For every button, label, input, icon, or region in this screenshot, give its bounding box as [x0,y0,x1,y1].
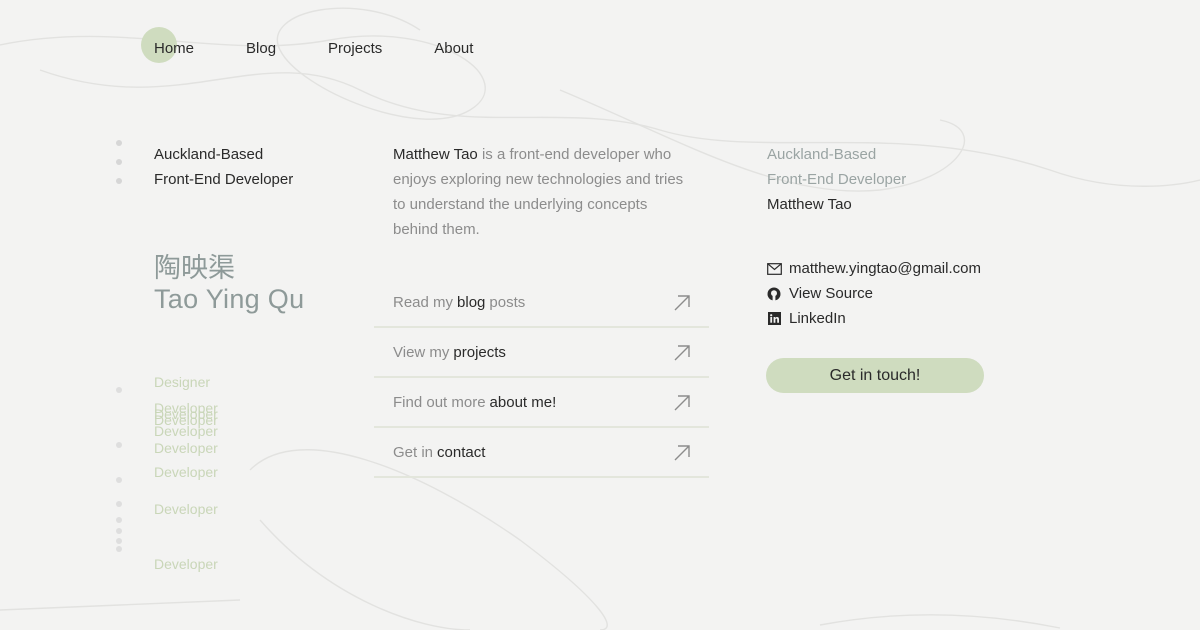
chinese-name: 陶映渠 [154,253,235,284]
bio-name: Matthew Tao [393,146,478,163]
linkedin-label: LinkedIn [789,310,846,327]
arrow-up-right-icon [674,295,690,311]
role-item: Developer [154,464,218,480]
contact-source[interactable]: View Source [766,281,981,306]
role-item: Developer [154,501,218,517]
link-blog[interactable]: Read my blog posts [374,278,709,328]
source-label: View Source [789,285,873,302]
linkedin-icon [766,311,782,327]
link-highlight: about me! [489,393,557,411]
bio-paragraph: Matthew Tao is a front-end developer who… [393,142,693,242]
email-label: matthew.yingtao@gmail.com [789,260,981,277]
tagline-line-2: Front-End Developer [154,171,294,188]
left-tagline: Auckland-Based Front-End Developer [154,142,293,192]
right-tagline-line-2: Front-End Developer [767,171,907,188]
link-about[interactable]: Find out more about me! [374,378,709,428]
right-tagline: Auckland-Based Front-End Developer Matth… [767,142,906,217]
contact-linkedin[interactable]: LinkedIn [766,306,981,331]
link-prefix: View my [393,343,450,361]
link-prefix: Get in [393,443,434,461]
right-tagline-line-1: Auckland-Based [767,146,877,163]
right-name: Matthew Tao [767,196,852,213]
role-item: Developer [154,423,218,439]
tagline-line-1: Auckland-Based [154,146,264,163]
arrow-up-right-icon [674,445,690,461]
main-nav: Home Blog Projects About [154,40,525,57]
arrow-up-right-icon [674,395,690,411]
contact-list: matthew.yingtao@gmail.com View Source Li… [766,256,981,331]
quick-links: Read my blog posts View my projects Find… [374,278,709,478]
link-suffix: posts [489,293,526,311]
link-highlight: contact [437,443,486,461]
get-in-touch-button[interactable]: Get in touch! [766,358,984,393]
nav-blog[interactable]: Blog [246,40,276,57]
side-dots-top [116,140,122,197]
role-item: Designer [154,374,211,390]
link-highlight: projects [453,343,506,361]
link-projects[interactable]: View my projects [374,328,709,378]
role-item: Developer [154,440,218,456]
link-highlight: blog [457,293,486,311]
nav-home[interactable]: Home [154,40,194,57]
mail-icon [766,261,782,277]
link-prefix: Read my [393,293,454,311]
link-contact[interactable]: Get in contact [374,428,709,478]
role-item: Developer [154,556,218,572]
github-icon [766,286,782,302]
contact-email[interactable]: matthew.yingtao@gmail.com [766,256,981,281]
arrow-up-right-icon [674,345,690,361]
link-prefix: Find out more [393,393,486,411]
nav-projects[interactable]: Projects [328,40,382,57]
english-name: Tao Ying Qu [154,284,305,314]
nav-about[interactable]: About [434,40,473,57]
